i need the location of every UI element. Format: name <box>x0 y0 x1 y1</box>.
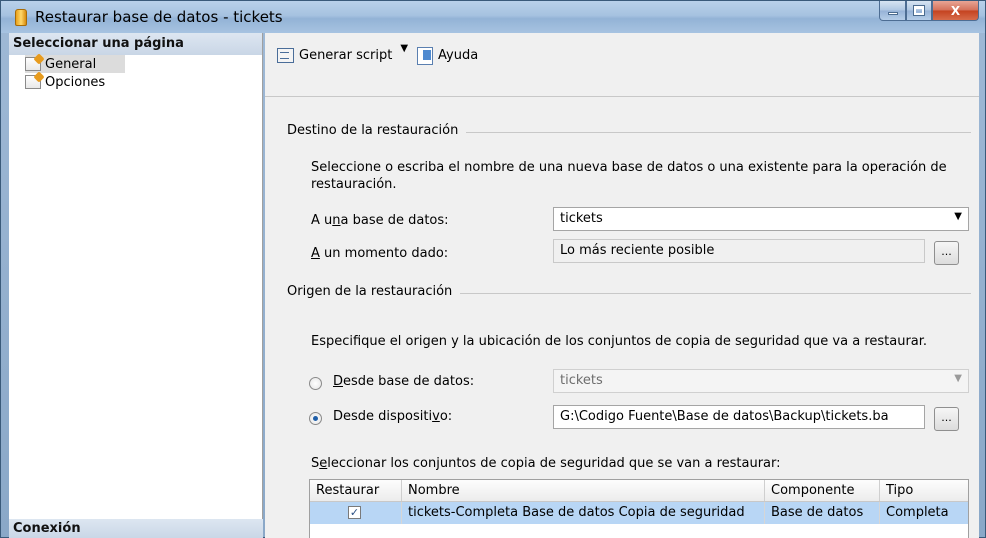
minimize-icon <box>887 12 898 15</box>
chevron-down-icon: ▼ <box>954 373 962 384</box>
column-header-componente[interactable]: Componente <box>765 480 880 501</box>
from-database-value: tickets <box>560 373 603 388</box>
general-page-pane: Generar script ▼ Ayuda Destino de la res… <box>265 33 979 538</box>
grid-header: Restaurar Nombre Componente Tipo <box>310 480 968 502</box>
column-header-restaurar[interactable]: Restaurar <box>310 480 402 501</box>
target-database-value: tickets <box>560 211 603 226</box>
script-icon <box>275 46 295 64</box>
generate-script-button[interactable]: Generar script <box>275 43 392 67</box>
backup-sets-label: Seleccionar los conjuntos de copia de se… <box>311 456 781 471</box>
maximize-button[interactable] <box>906 1 932 21</box>
type-cell: Completa <box>886 505 949 520</box>
destination-description: Seleccione o escriba el nombre de una nu… <box>311 160 947 192</box>
chevron-down-icon[interactable]: ▼ <box>954 211 962 222</box>
restore-database-window: Restaurar base de datos - tickets X Sele… <box>0 0 986 538</box>
column-header-nombre[interactable]: Nombre <box>402 480 765 501</box>
help-button[interactable]: Ayuda <box>416 43 478 67</box>
script-dropdown-arrow-icon[interactable]: ▼ <box>400 43 408 54</box>
connection-header: Conexión <box>9 519 263 538</box>
close-button[interactable]: X <box>932 1 979 21</box>
table-row[interactable]: ✓ tickets-Completa Base de datos Copia d… <box>310 502 968 524</box>
backup-sets-grid: Restaurar Nombre Componente Tipo ✓ ticke… <box>309 479 969 538</box>
page-item-label: General <box>45 56 97 72</box>
page-icon <box>25 57 41 71</box>
from-device-path-value: G:\Codigo Fuente\Base de datos\Backup\ti… <box>560 409 889 424</box>
point-in-time-ellipsis-button[interactable]: ... <box>934 241 959 265</box>
from-device-radio[interactable] <box>309 412 322 425</box>
help-icon <box>416 46 434 65</box>
page-item-general[interactable]: General <box>25 55 125 73</box>
page-item-label: Opciones <box>45 74 106 90</box>
page-icon <box>25 75 41 89</box>
page-selector-header: Seleccionar una página <box>9 33 262 55</box>
window-title: Restaurar base de datos - tickets <box>35 8 283 26</box>
help-label: Ayuda <box>438 47 479 63</box>
page-item-opciones[interactable]: Opciones <box>9 73 262 91</box>
from-device-ellipsis-button[interactable]: ... <box>934 407 959 431</box>
from-device-path-field[interactable]: G:\Codigo Fuente\Base de datos\Backup\ti… <box>553 405 925 429</box>
column-header-tipo[interactable]: Tipo <box>880 480 968 501</box>
toolbar: Generar script ▼ Ayuda <box>265 33 979 97</box>
database-icon <box>15 9 27 26</box>
name-cell: tickets-Completa Base de datos Copia de … <box>402 502 765 524</box>
restore-checkbox[interactable]: ✓ <box>348 506 361 519</box>
window-controls: X <box>879 1 979 21</box>
point-in-time-field: Lo más reciente posible <box>553 239 925 263</box>
close-icon: X <box>950 3 961 18</box>
from-database-label: Desde base de datos: <box>333 374 475 389</box>
from-database-radio[interactable] <box>309 377 322 390</box>
source-description: Especifique el origen y la ubicación de … <box>311 334 928 349</box>
maximize-icon <box>913 5 925 16</box>
component-cell: Base de datos <box>765 502 880 524</box>
title-bar[interactable]: Restaurar base de datos - tickets X <box>1 1 985 33</box>
from-database-combobox: tickets ▼ <box>553 369 969 393</box>
point-in-time-value: Lo más reciente posible <box>560 243 715 258</box>
restore-cell: ✓ <box>310 502 402 524</box>
page-selector-pane: Seleccionar una página General Opciones … <box>9 33 263 538</box>
target-database-label: A una base de datos: <box>311 213 449 228</box>
point-in-time-label: A un momento dado: <box>311 246 449 261</box>
destination-section-title: Destino de la restauración <box>287 123 467 138</box>
generate-script-label: Generar script <box>299 47 393 63</box>
target-database-combobox[interactable]: tickets ▼ <box>553 207 969 231</box>
from-device-label: Desde dispositivo: <box>333 409 453 424</box>
minimize-button[interactable] <box>879 1 906 21</box>
source-section-title: Origen de la restauración <box>287 284 461 299</box>
